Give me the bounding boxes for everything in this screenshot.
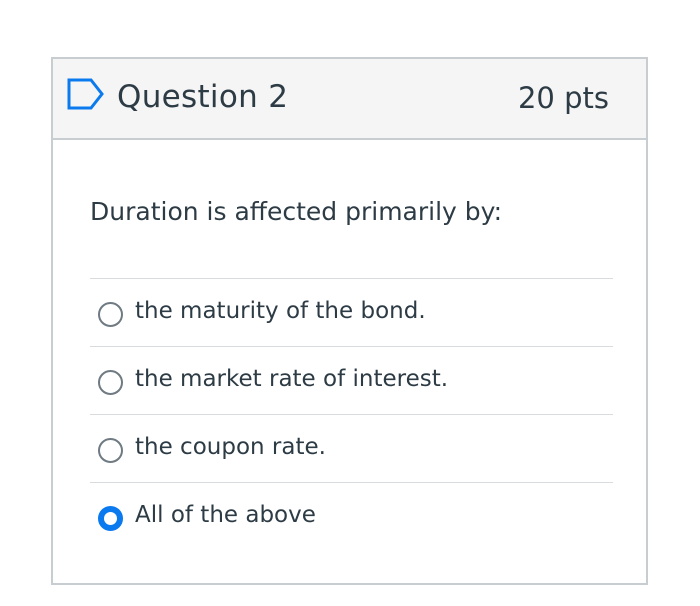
flag-question-icon[interactable] — [66, 77, 106, 111]
radio-button[interactable] — [98, 370, 123, 395]
radio-button[interactable] — [98, 438, 123, 463]
answer-list: the maturity of the bond. the market rat… — [90, 278, 613, 550]
question-points: 20 pts — [517, 81, 609, 115]
answer-label: the market rate of interest. — [135, 366, 449, 392]
answer-label: All of the above — [135, 502, 316, 528]
answer-option-coupon-rate[interactable]: the coupon rate. — [90, 414, 613, 482]
question-text: Duration is affected primarily by: — [90, 197, 503, 226]
answer-option-maturity[interactable]: the maturity of the bond. — [90, 278, 613, 346]
radio-button[interactable] — [98, 302, 123, 327]
answer-option-all[interactable]: All of the above — [90, 482, 613, 550]
question-header: Question 2 20 pts — [53, 59, 646, 140]
question-title: Question 2 — [117, 79, 289, 115]
question-card: Question 2 20 pts Duration is affected p… — [51, 57, 648, 585]
answer-label: the coupon rate. — [135, 434, 326, 460]
answer-option-market-rate[interactable]: the market rate of interest. — [90, 346, 613, 414]
radio-button-selected[interactable] — [98, 506, 123, 531]
answer-label: the maturity of the bond. — [135, 298, 426, 324]
